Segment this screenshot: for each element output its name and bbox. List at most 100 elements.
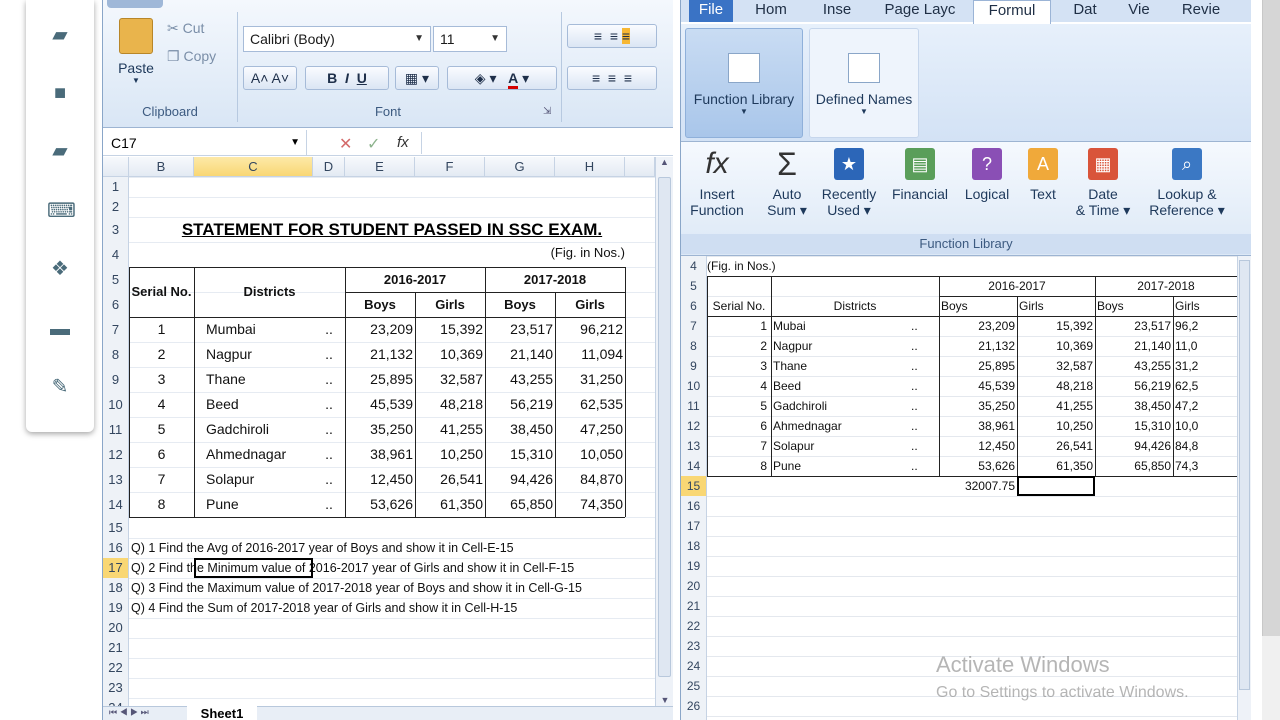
question-text[interactable]: Q) 4 Find the Sum of 2017-2018 year of G… — [131, 598, 651, 618]
tab-view[interactable]: Vie — [1119, 0, 1159, 22]
font-size-select[interactable]: 11 ▼ — [433, 26, 507, 52]
average-result-cell[interactable]: 32007.75 — [939, 476, 1015, 496]
district-cell[interactable]: Pune — [206, 492, 316, 517]
row-header[interactable]: 13 — [103, 467, 129, 492]
sheet-nav-icon[interactable]: ⏮ ◀ ▶ ⏭ — [109, 707, 149, 718]
row-header[interactable]: 8 — [681, 336, 707, 356]
dots-cell[interactable]: .. — [313, 367, 345, 392]
district-cell[interactable]: Ahmednagar — [773, 416, 903, 436]
value-cell[interactable]: 38,450 — [1095, 396, 1171, 416]
tab-page-layout[interactable]: Page Layc — [877, 0, 963, 22]
dots-cell[interactable]: .. — [313, 392, 345, 417]
serial-cell[interactable]: 6 — [707, 416, 767, 436]
value-cell[interactable]: 15,392 — [415, 317, 483, 342]
question-text[interactable]: Q) 3 Find the Maximum value of 2017-2018… — [131, 578, 651, 598]
tab-insert[interactable]: Inse — [809, 0, 865, 22]
formula-input[interactable] — [421, 132, 653, 154]
value-cell[interactable]: 15,310 — [1095, 416, 1171, 436]
dots-cell[interactable]: .. — [313, 467, 345, 492]
value-cell[interactable]: 23,517 — [485, 317, 553, 342]
row-header[interactable]: 9 — [681, 356, 707, 376]
row-header[interactable]: 21 — [681, 596, 707, 616]
district-cell[interactable]: Gadchiroli — [773, 396, 903, 416]
value-cell[interactable]: 84,870 — [555, 467, 623, 492]
value-cell[interactable]: 11,094 — [555, 342, 623, 367]
video-icon[interactable]: ■ — [47, 82, 73, 104]
row-header[interactable]: 19 — [681, 556, 707, 576]
dots-cell[interactable]: .. — [911, 336, 931, 356]
district-cell[interactable]: Mubai — [773, 316, 903, 336]
value-cell[interactable]: 10,050 — [555, 442, 623, 467]
pencil-icon[interactable]: ✎ — [47, 376, 73, 398]
scroll-thumb[interactable] — [1239, 260, 1250, 690]
row-header[interactable]: 4 — [681, 256, 707, 276]
row-header[interactable]: 22 — [681, 616, 707, 636]
row-header[interactable]: 13 — [681, 436, 707, 456]
dots-cell[interactable]: .. — [911, 356, 931, 376]
recently-used-button[interactable]: ★ Recently Used ▾ — [817, 148, 881, 218]
serial-cell[interactable]: 5 — [129, 417, 194, 442]
value-cell[interactable]: 21,140 — [1095, 336, 1171, 356]
serial-cell[interactable]: 7 — [707, 436, 767, 456]
value-cell[interactable]: 26,541 — [1017, 436, 1093, 456]
row-header[interactable]: 10 — [103, 392, 129, 417]
value-cell[interactable]: 31,2 — [1175, 356, 1237, 376]
dots-cell[interactable]: .. — [313, 317, 345, 342]
serial-cell[interactable]: 1 — [129, 317, 194, 342]
value-cell[interactable]: 53,626 — [345, 492, 413, 517]
district-cell[interactable]: Beed — [206, 392, 316, 417]
dialog-launcher-icon[interactable]: ⇲ — [543, 106, 551, 117]
serial-cell[interactable]: 4 — [129, 392, 194, 417]
district-cell[interactable]: Solapur — [206, 467, 316, 492]
value-cell[interactable]: 74,3 — [1175, 456, 1237, 476]
row-header[interactable]: 22 — [103, 658, 129, 678]
row-header[interactable]: 14 — [103, 492, 129, 517]
value-cell[interactable]: 62,5 — [1175, 376, 1237, 396]
row-header[interactable]: 4 — [103, 242, 129, 267]
row-header[interactable]: 16 — [681, 496, 707, 516]
horizontal-align-group[interactable]: ≡ ≡ ≡ — [567, 66, 657, 90]
cancel-icon[interactable]: ✕ — [339, 134, 352, 154]
value-cell[interactable]: 25,895 — [939, 356, 1015, 376]
value-cell[interactable]: 38,961 — [345, 442, 413, 467]
dots-cell[interactable]: .. — [911, 456, 931, 476]
row-header[interactable]: 1 — [103, 177, 129, 197]
serial-cell[interactable]: 7 — [129, 467, 194, 492]
value-cell[interactable]: 94,426 — [1095, 436, 1171, 456]
row-header[interactable]: 7 — [681, 316, 707, 336]
column-header[interactable]: C — [194, 157, 313, 177]
row-header[interactable]: 18 — [103, 578, 129, 598]
tab-review[interactable]: Revie — [1171, 0, 1231, 22]
row-header[interactable]: 27 — [681, 716, 707, 720]
date-time-button[interactable]: ▦ Date & Time ▾ — [1069, 148, 1137, 218]
notebook-icon[interactable]: ▰ — [47, 24, 73, 46]
serial-cell[interactable]: 8 — [707, 456, 767, 476]
value-cell[interactable]: 35,250 — [345, 417, 413, 442]
dots-cell[interactable]: .. — [313, 342, 345, 367]
value-cell[interactable]: 15,392 — [1017, 316, 1093, 336]
row-header[interactable]: 14 — [681, 456, 707, 476]
column-header[interactable] — [625, 157, 655, 177]
grow-shrink-font-button[interactable]: A˄ A˅ — [243, 66, 297, 90]
tab-home[interactable]: Hom — [745, 0, 797, 22]
font-name-select[interactable]: Calibri (Body) ▼ — [243, 26, 431, 52]
value-cell[interactable]: 53,626 — [939, 456, 1015, 476]
copy-button[interactable]: ❐ Copy — [167, 48, 216, 65]
row-header[interactable]: 17 — [681, 516, 707, 536]
district-cell[interactable]: Ahmednagar — [206, 442, 316, 467]
value-cell[interactable]: 61,350 — [415, 492, 483, 517]
row-header[interactable]: 24 — [681, 656, 707, 676]
column-header[interactable]: D — [313, 157, 345, 177]
value-cell[interactable]: 12,450 — [345, 467, 413, 492]
value-cell[interactable]: 25,895 — [345, 367, 413, 392]
defined-names-button[interactable]: Defined Names ▼ — [809, 28, 919, 138]
district-cell[interactable]: Nagpur — [773, 336, 903, 356]
row-header[interactable]: 19 — [103, 598, 129, 618]
value-cell[interactable]: 45,539 — [939, 376, 1015, 396]
bold-icon[interactable]: B — [327, 70, 337, 86]
row-header[interactable]: 12 — [681, 416, 707, 436]
row-header[interactable]: 21 — [103, 638, 129, 658]
row-header[interactable]: 26 — [681, 696, 707, 716]
underline-icon[interactable]: U — [357, 70, 367, 86]
scroll-down-icon[interactable]: ▼ — [656, 695, 674, 705]
